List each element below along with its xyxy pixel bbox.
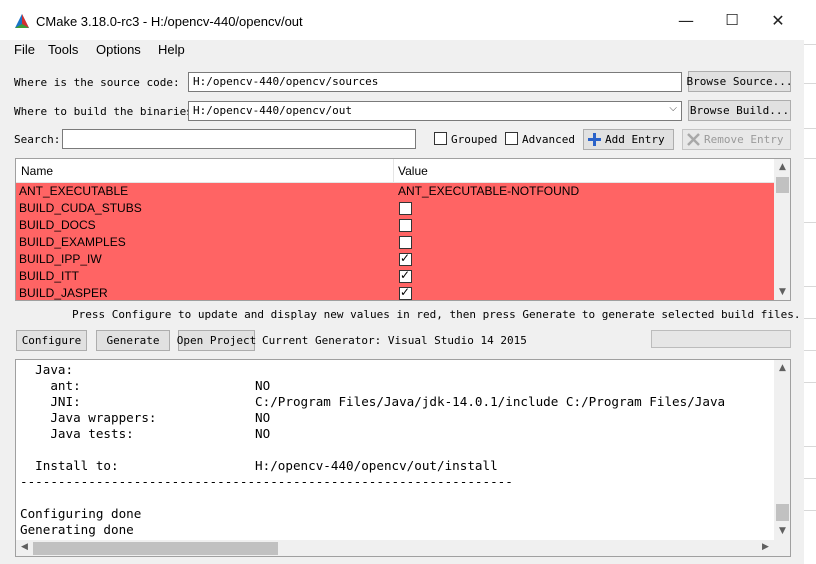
background-window-strip: [804, 0, 816, 564]
minimize-button[interactable]: —: [663, 0, 709, 40]
cmake-logo-icon: [15, 14, 29, 28]
scroll-left-icon[interactable]: ◀: [16, 542, 33, 552]
menu-options[interactable]: Options: [96, 42, 141, 57]
scroll-up-icon[interactable]: ▲: [774, 162, 790, 172]
row-name: BUILD_EXAMPLES: [19, 235, 126, 249]
table-header: Name Value: [16, 159, 774, 183]
row-value-checkbox[interactable]: [399, 202, 412, 215]
row-value-checkbox[interactable]: [399, 268, 412, 283]
row-name: BUILD_CUDA_STUBS: [19, 201, 142, 215]
column-header-value[interactable]: Value: [398, 164, 428, 178]
table-row[interactable]: BUILD_DOCS: [16, 217, 774, 234]
remove-icon: [687, 133, 700, 146]
table-row[interactable]: BUILD_CUDA_STUBS: [16, 200, 774, 217]
source-input[interactable]: H:/opencv-440/opencv/sources: [188, 72, 682, 92]
row-name: BUILD_IPP_IW: [19, 252, 102, 266]
advanced-label: Advanced: [522, 133, 575, 146]
output-line: JNI: C:/Program Files/Java/jdk-14.0.1/in…: [20, 394, 726, 409]
table-row[interactable]: BUILD_ITT: [16, 268, 774, 285]
output-line: Java tests: NO: [20, 426, 271, 441]
browse-build-button[interactable]: Browse Build...: [688, 100, 791, 121]
row-name: ANT_EXECUTABLE: [19, 184, 129, 198]
table-scrollbar[interactable]: ▲ ▼: [774, 159, 790, 300]
output-line: ant: NO: [20, 378, 271, 393]
table-scroll-thumb[interactable]: [776, 177, 789, 193]
grouped-label: Grouped: [451, 133, 498, 146]
cache-table[interactable]: Name Value ANT_EXECUTABLE ANT_EXECUTABLE-…: [15, 158, 791, 301]
close-button[interactable]: ✕: [755, 0, 801, 40]
output-line: ----------------------------------------…: [20, 474, 513, 489]
output-vscroll-thumb[interactable]: [776, 504, 789, 521]
configure-button[interactable]: Configure: [16, 330, 87, 351]
row-value-checkbox[interactable]: [399, 285, 412, 300]
generate-button[interactable]: Generate: [96, 330, 170, 351]
output-log[interactable]: Java: ant: NO JNI: C:/Program Files/Java…: [15, 359, 791, 557]
row-name: BUILD_DOCS: [19, 218, 96, 232]
progress-bar: [651, 330, 791, 348]
source-label: Where is the source code:: [14, 76, 180, 89]
add-entry-button[interactable]: Add Entry: [583, 129, 674, 150]
table-row[interactable]: BUILD_EXAMPLES: [16, 234, 774, 251]
output-lines: Java: ant: NO JNI: C:/Program Files/Java…: [20, 362, 774, 538]
output-line: Java wrappers: NO: [20, 410, 271, 425]
table-rows: ANT_EXECUTABLE ANT_EXECUTABLE-NOTFOUND BUI…: [16, 183, 774, 300]
output-line: Configuring done: [20, 506, 142, 521]
output-line: Install to: H:/opencv-440/opencv/out/ins…: [20, 458, 498, 473]
table-row[interactable]: BUILD_IPP_IW: [16, 251, 774, 268]
output-hscroll-thumb[interactable]: [33, 542, 278, 555]
search-input[interactable]: [62, 129, 416, 149]
scroll-down-icon[interactable]: ▼: [774, 526, 790, 536]
output-line: Java:: [20, 362, 74, 377]
menu-file[interactable]: File: [14, 42, 35, 57]
plus-icon: [588, 133, 601, 146]
output-vertical-scrollbar[interactable]: ▲ ▼: [774, 360, 790, 540]
table-row[interactable]: ANT_EXECUTABLE ANT_EXECUTABLE-NOTFOUND: [16, 183, 774, 200]
remove-entry-button[interactable]: Remove Entry: [682, 129, 791, 150]
scroll-right-icon[interactable]: ▶: [757, 542, 774, 552]
row-value[interactable]: ANT_EXECUTABLE-NOTFOUND: [398, 184, 579, 198]
menu-tools[interactable]: Tools: [48, 42, 78, 57]
build-input[interactable]: H:/opencv-440/opencv/out ⌵: [188, 101, 682, 121]
row-name: BUILD_JASPER: [19, 286, 108, 300]
output-horizontal-scrollbar[interactable]: ◀ ▶: [16, 540, 774, 556]
scrollbar-corner: [774, 540, 790, 556]
open-project-button[interactable]: Open Project: [177, 330, 256, 351]
output-line: Generating done: [20, 522, 134, 537]
search-label: Search:: [14, 133, 61, 146]
column-header-name[interactable]: Name: [21, 164, 53, 178]
window-title: CMake 3.18.0-rc3 - H:/opencv-440/opencv/…: [36, 14, 303, 29]
advanced-checkbox[interactable]: [505, 132, 518, 145]
chevron-down-icon[interactable]: ⌵: [669, 103, 677, 114]
row-name: BUILD_ITT: [19, 269, 80, 283]
row-value-checkbox[interactable]: [399, 236, 412, 249]
hint-text: Press Configure to update and display ne…: [72, 308, 801, 321]
remove-entry-label: Remove Entry: [704, 133, 784, 146]
row-value-checkbox[interactable]: [399, 219, 412, 232]
maximize-button[interactable]: ☐: [709, 0, 755, 40]
scroll-up-icon[interactable]: ▲: [774, 363, 790, 373]
table-row[interactable]: BUILD_JASPER: [16, 285, 774, 300]
menu-help[interactable]: Help: [158, 42, 185, 57]
current-generator-text: Current Generator: Visual Studio 14 2015: [262, 334, 527, 347]
browse-source-button[interactable]: Browse Source...: [687, 71, 792, 92]
build-label: Where to build the binaries:: [14, 105, 200, 118]
add-entry-label: Add Entry: [605, 133, 665, 146]
scroll-down-icon[interactable]: ▼: [774, 287, 790, 297]
build-input-value: H:/opencv-440/opencv/out: [193, 104, 352, 117]
grouped-checkbox[interactable]: [434, 132, 447, 145]
row-value-checkbox[interactable]: [399, 251, 412, 266]
